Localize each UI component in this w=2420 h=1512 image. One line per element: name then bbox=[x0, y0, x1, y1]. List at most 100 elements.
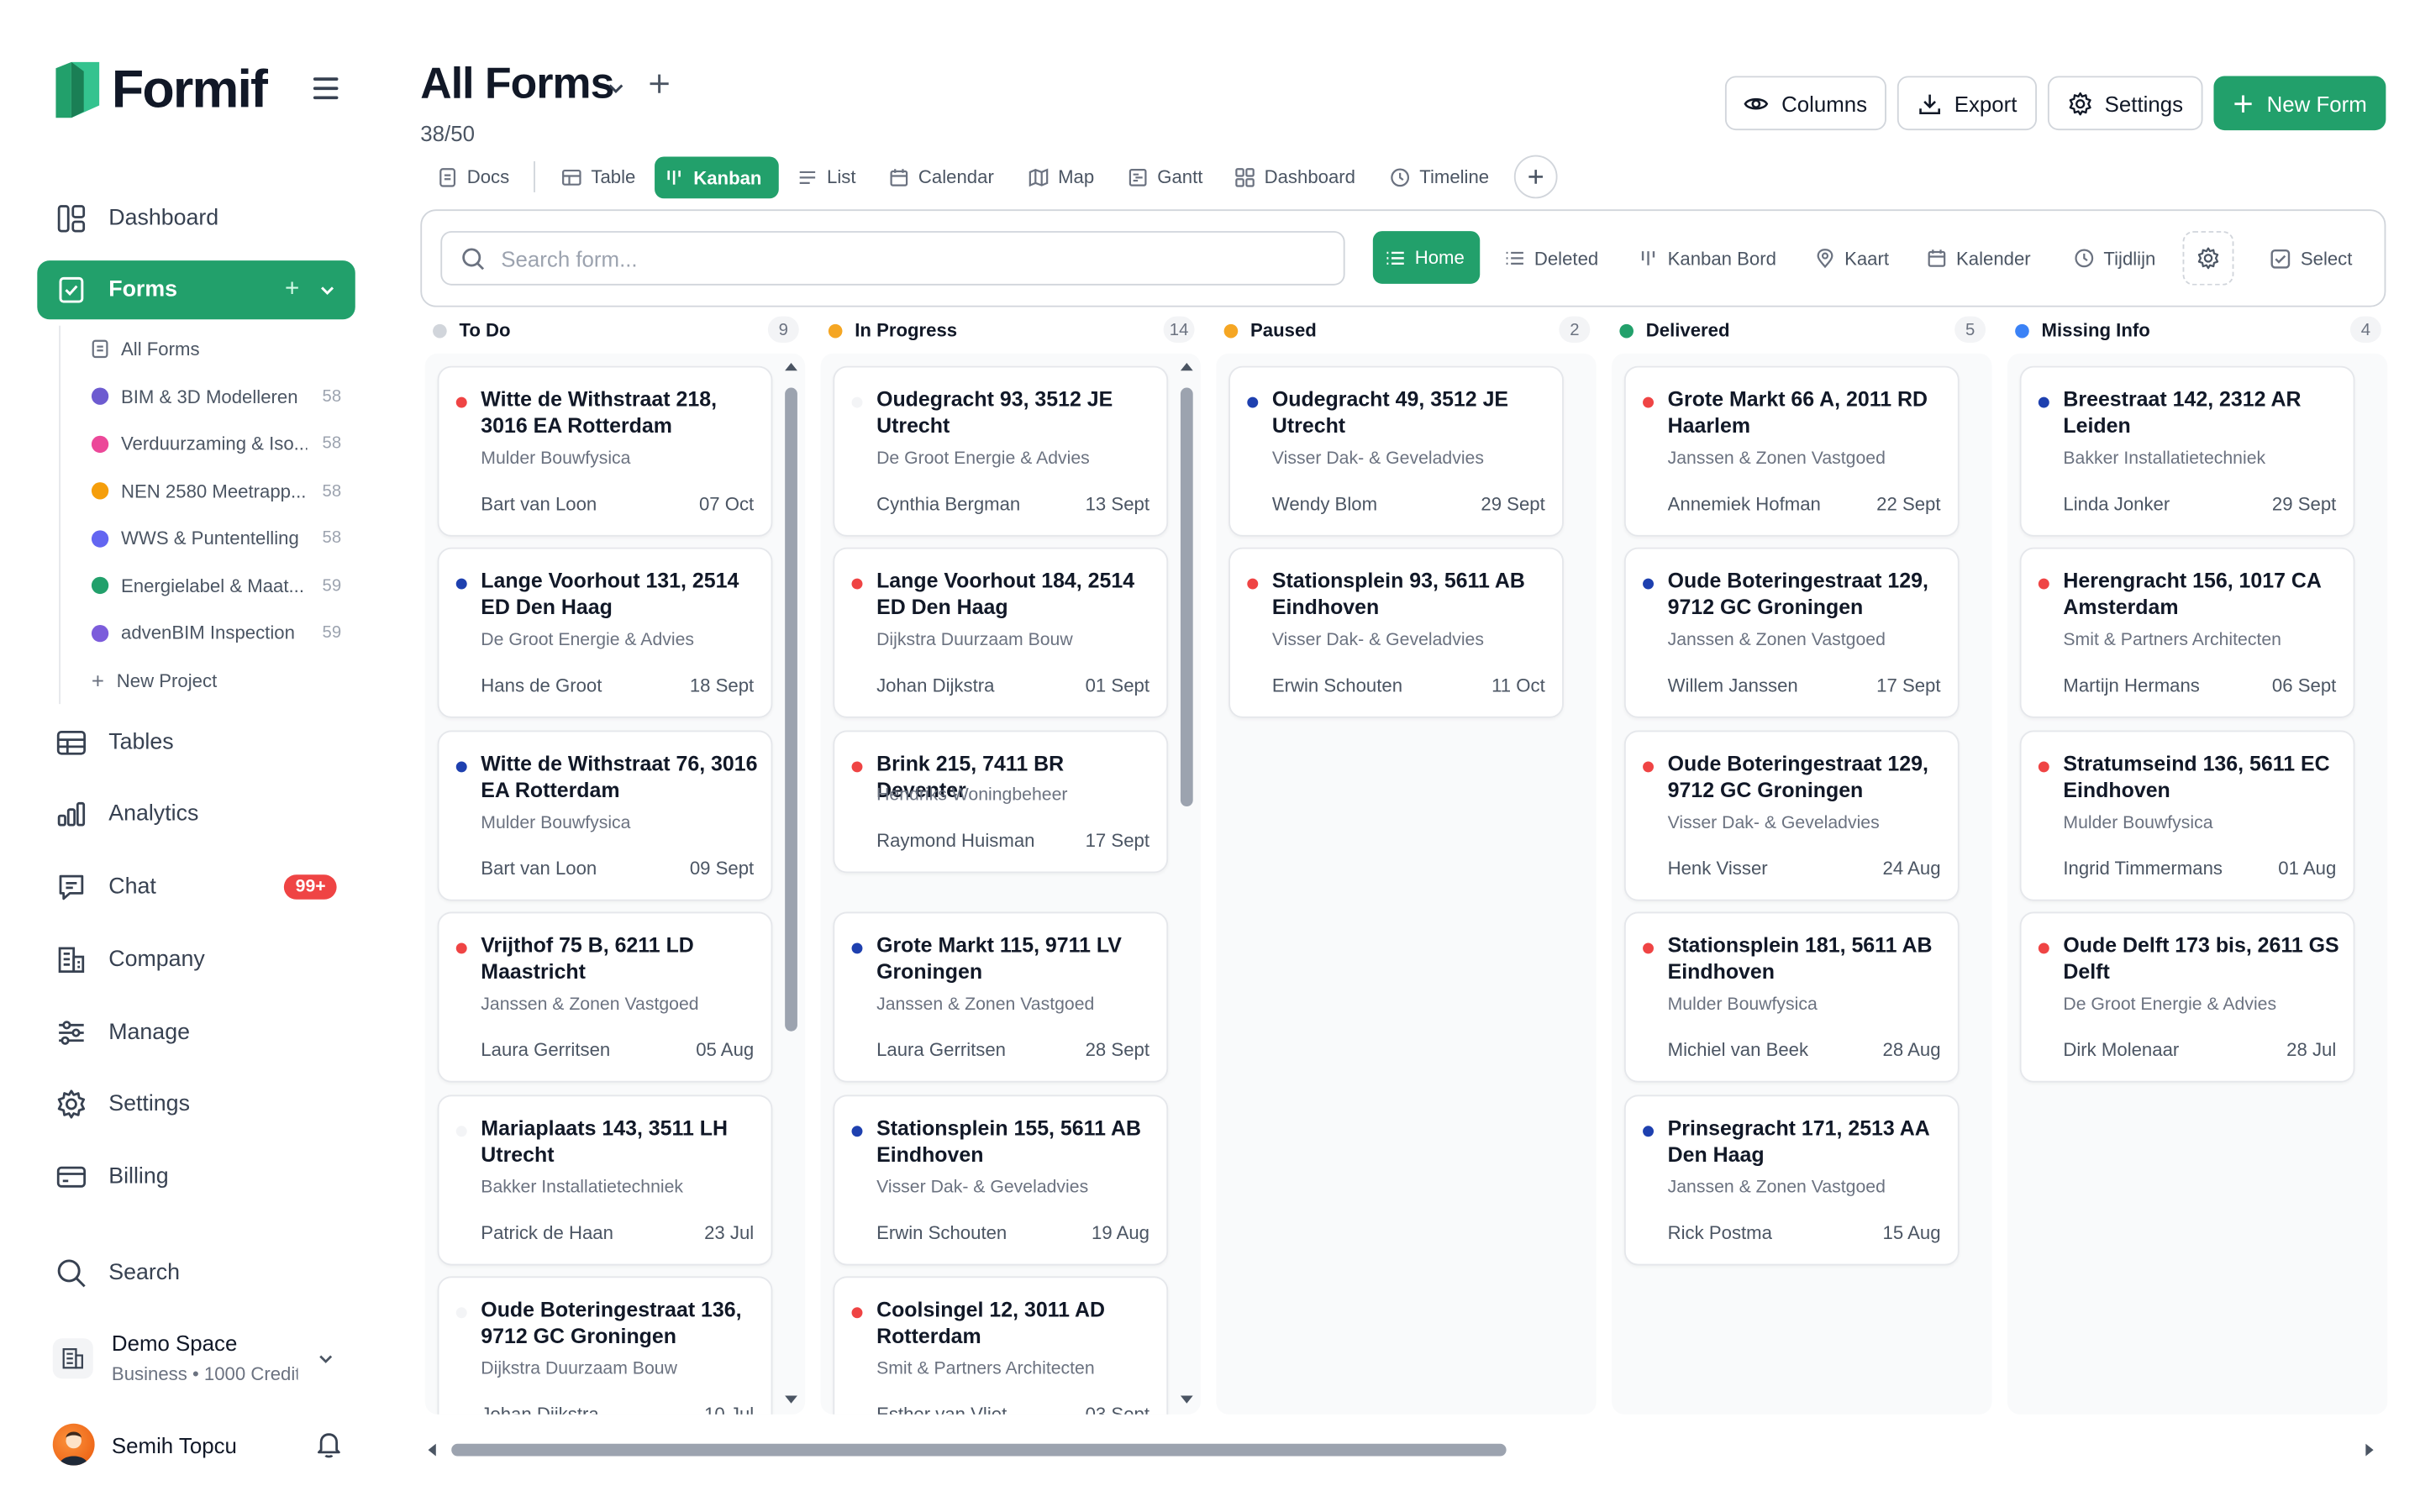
workspace-switcher[interactable]: Demo Space Business • 1000 Credits bbox=[52, 1326, 363, 1394]
chevron-down-icon[interactable] bbox=[318, 279, 336, 307]
filter-tab-kaart[interactable]: Kaart bbox=[1802, 231, 1902, 286]
nav-dashboard[interactable]: Dashboard bbox=[37, 189, 355, 248]
filter-tab-kalender[interactable]: Kalender bbox=[1914, 231, 2043, 286]
subnav-project-item[interactable]: Energielabel & Maat... 59 bbox=[60, 562, 354, 609]
kanban-card[interactable]: Witte de Withstraat 76, 3016 EA Rotterda… bbox=[437, 730, 773, 901]
scroll-up-arrow-icon[interactable] bbox=[1179, 360, 1194, 372]
kanban-card[interactable]: Stationsplein 93, 5611 AB Eindhoven Visse… bbox=[1228, 547, 1564, 718]
scrollbar-thumb[interactable] bbox=[1180, 387, 1193, 807]
view-tab-list[interactable]: List bbox=[788, 156, 865, 197]
column-header[interactable]: Paused bbox=[1223, 317, 1317, 344]
kanban-card[interactable]: Oude Boteringestraat 136, 9712 GC Gronin… bbox=[437, 1276, 773, 1415]
chevron-down-icon[interactable] bbox=[317, 1347, 335, 1375]
search-input[interactable] bbox=[501, 245, 1277, 271]
filter-tab-deleted[interactable]: Deleted bbox=[1492, 231, 1611, 286]
kanban-card[interactable]: Oudegracht 49, 3512 JE Utrecht Visser Dak… bbox=[1228, 365, 1564, 537]
kanban-card[interactable]: Stationsplein 181, 5611 AB Eindhoven Muld… bbox=[1623, 911, 1960, 1083]
kanban-card[interactable]: Oudegracht 93, 3512 JE Utrecht De Groot E… bbox=[833, 365, 1169, 537]
card-title: Oudegracht 93, 3512 JE Utrecht bbox=[876, 387, 1113, 438]
kanban-card[interactable]: Breestraat 142, 2312 AR Leiden Bakker Ins… bbox=[2019, 365, 2355, 537]
column-scrollbar[interactable] bbox=[1177, 360, 1196, 1414]
subnav-new-project[interactable]: + New Project bbox=[60, 657, 354, 704]
nav-chat[interactable]: Chat 99+ bbox=[37, 858, 355, 916]
column-header[interactable]: To Do bbox=[433, 317, 511, 344]
column-scrollbar[interactable] bbox=[781, 360, 800, 1414]
kanban-card[interactable]: Lange Voorhout 131, 2514 ED Den Haag De G… bbox=[437, 547, 773, 718]
nav-billing[interactable]: Billing bbox=[37, 1147, 355, 1206]
filter-settings-button[interactable] bbox=[2182, 231, 2234, 286]
nav-search[interactable]: Search bbox=[37, 1244, 355, 1303]
subnav-project-item[interactable]: Verduurzaming & Iso... 58 bbox=[60, 420, 354, 467]
add-view-plus-icon[interactable] bbox=[645, 70, 673, 105]
view-tab-table[interactable]: Table bbox=[552, 156, 644, 197]
view-tab-docs[interactable]: Docs bbox=[429, 156, 519, 197]
nav-settings[interactable]: Settings bbox=[37, 1074, 355, 1133]
kanban-card[interactable]: Vrijthof 75 B, 6211 LD Maastricht Janssen… bbox=[437, 911, 773, 1083]
card-assignee: Bart van Loon bbox=[481, 857, 597, 879]
view-tab-kanban[interactable]: Kanban bbox=[655, 156, 779, 199]
chevron-down-icon[interactable] bbox=[605, 77, 627, 107]
scroll-left-arrow-icon[interactable] bbox=[425, 1442, 438, 1457]
select-button[interactable]: Select bbox=[2257, 231, 2365, 286]
filter-tab-home[interactable]: Home bbox=[1372, 231, 1481, 284]
bell-icon[interactable] bbox=[313, 1428, 345, 1467]
scroll-right-arrow-icon[interactable] bbox=[2365, 1442, 2377, 1457]
filter-tab-tijdlijn[interactable]: Tijdlijn bbox=[2062, 231, 2169, 286]
column-header[interactable]: Delivered bbox=[1619, 317, 1730, 344]
column-header[interactable]: Missing Info bbox=[2015, 317, 2150, 344]
add-view-button[interactable] bbox=[1513, 155, 1558, 199]
columns-button[interactable]: Columns bbox=[1724, 76, 1886, 131]
export-button[interactable]: Export bbox=[1897, 76, 2038, 131]
nav-analytics[interactable]: Analytics bbox=[37, 785, 355, 843]
nav-company[interactable]: Company bbox=[37, 931, 355, 990]
scroll-up-arrow-icon[interactable] bbox=[783, 360, 798, 372]
settings-button[interactable]: Settings bbox=[2047, 76, 2203, 131]
scroll-down-arrow-icon[interactable] bbox=[783, 1394, 798, 1407]
logo[interactable]: Formif bbox=[53, 59, 268, 121]
kanban-card[interactable]: Grote Markt 115, 9711 LV Groningen Jansse… bbox=[833, 911, 1169, 1083]
card-title: Vrijthof 75 B, 6211 LD Maastricht bbox=[481, 933, 694, 984]
scroll-down-arrow-icon[interactable] bbox=[1179, 1394, 1194, 1407]
kanban-card[interactable]: Herengracht 156, 1017 CA Amsterdam Smit &… bbox=[2019, 547, 2355, 718]
view-tab-dashboard[interactable]: Dashboard bbox=[1225, 156, 1365, 197]
kanban-card[interactable]: Brink 215, 7411 BR Deventer Hendriks Woni… bbox=[833, 730, 1169, 874]
column-header[interactable]: In Progress bbox=[828, 317, 957, 344]
kanban-card[interactable]: Witte de Withstraat 218, 3016 EA Rotterd… bbox=[437, 365, 773, 537]
filter-tab-kanban-bord[interactable]: Kanban Bord bbox=[1626, 231, 1789, 286]
kanban-card[interactable]: Coolsingel 12, 3011 AD Rotterdam Smit & P… bbox=[833, 1276, 1169, 1415]
subnav-all-forms[interactable]: All Forms bbox=[60, 326, 354, 373]
kanban-card[interactable]: Oude Delft 173 bis, 2611 GS Delft De Groo… bbox=[2019, 911, 2355, 1083]
subnav-project-item[interactable]: NEN 2580 Meetrapp... 58 bbox=[60, 468, 354, 515]
view-tab-timeline[interactable]: Timeline bbox=[1381, 156, 1498, 197]
view-tab-map[interactable]: Map bbox=[1019, 156, 1103, 197]
new-form-button[interactable]: New Form bbox=[2213, 76, 2386, 131]
tab-label: Deleted bbox=[1534, 247, 1599, 270]
kanban-card[interactable]: Oude Boteringestraat 129, 9712 GC Gronin… bbox=[1623, 547, 1960, 718]
kanban-card[interactable]: Lange Voorhout 184, 2514 ED Den Haag Dijk… bbox=[833, 547, 1169, 718]
priority-dot bbox=[851, 578, 863, 590]
card-title: Herengracht 156, 1017 CA Amsterdam bbox=[2063, 569, 2322, 619]
nav-tables[interactable]: Tables bbox=[37, 713, 355, 772]
nav-manage[interactable]: Manage bbox=[37, 1003, 355, 1062]
subnav-project-item[interactable]: WWS & Puntentelling 58 bbox=[60, 515, 354, 562]
view-tab-gantt[interactable]: Gantt bbox=[1118, 156, 1212, 197]
kanban-card[interactable]: Mariaplaats 143, 3511 LH Utrecht Bakker I… bbox=[437, 1095, 773, 1266]
kanban-card[interactable]: Oude Boteringestraat 129, 9712 GC Gronin… bbox=[1623, 730, 1960, 901]
kanban-card[interactable]: Grote Markt 66 A, 2011 RD Haarlem Janssen… bbox=[1623, 365, 1960, 537]
kanban-card[interactable]: Prinsegracht 171, 2513 AA Den Haag Jansse… bbox=[1623, 1095, 1960, 1266]
search-box[interactable] bbox=[440, 231, 1345, 286]
menu-toggle-icon[interactable] bbox=[313, 77, 339, 100]
scrollbar-thumb[interactable] bbox=[785, 387, 797, 1032]
nav-forms[interactable]: Forms + bbox=[37, 260, 355, 320]
scrollbar-track[interactable] bbox=[451, 1443, 2353, 1457]
kanban-card[interactable]: Stratumseind 136, 5611 EC Eindhoven Mulde… bbox=[2019, 730, 2355, 901]
kanban-card[interactable]: Stationsplein 155, 5611 AB Eindhoven Viss… bbox=[833, 1095, 1169, 1266]
user-profile[interactable]: Semih Topcu bbox=[52, 1423, 348, 1470]
subnav-project-item[interactable]: BIM & 3D Modelleren 58 bbox=[60, 373, 354, 420]
subnav-project-item[interactable]: advenBIM Inspection 59 bbox=[60, 610, 354, 657]
scrollbar-thumb[interactable] bbox=[451, 1443, 1507, 1457]
board-horizontal-scrollbar[interactable] bbox=[420, 1437, 2386, 1462]
add-form-icon[interactable]: + bbox=[285, 276, 299, 304]
view-tab-calendar[interactable]: Calendar bbox=[880, 156, 1003, 197]
card-company: Mulder Bouwfysica bbox=[481, 814, 631, 833]
